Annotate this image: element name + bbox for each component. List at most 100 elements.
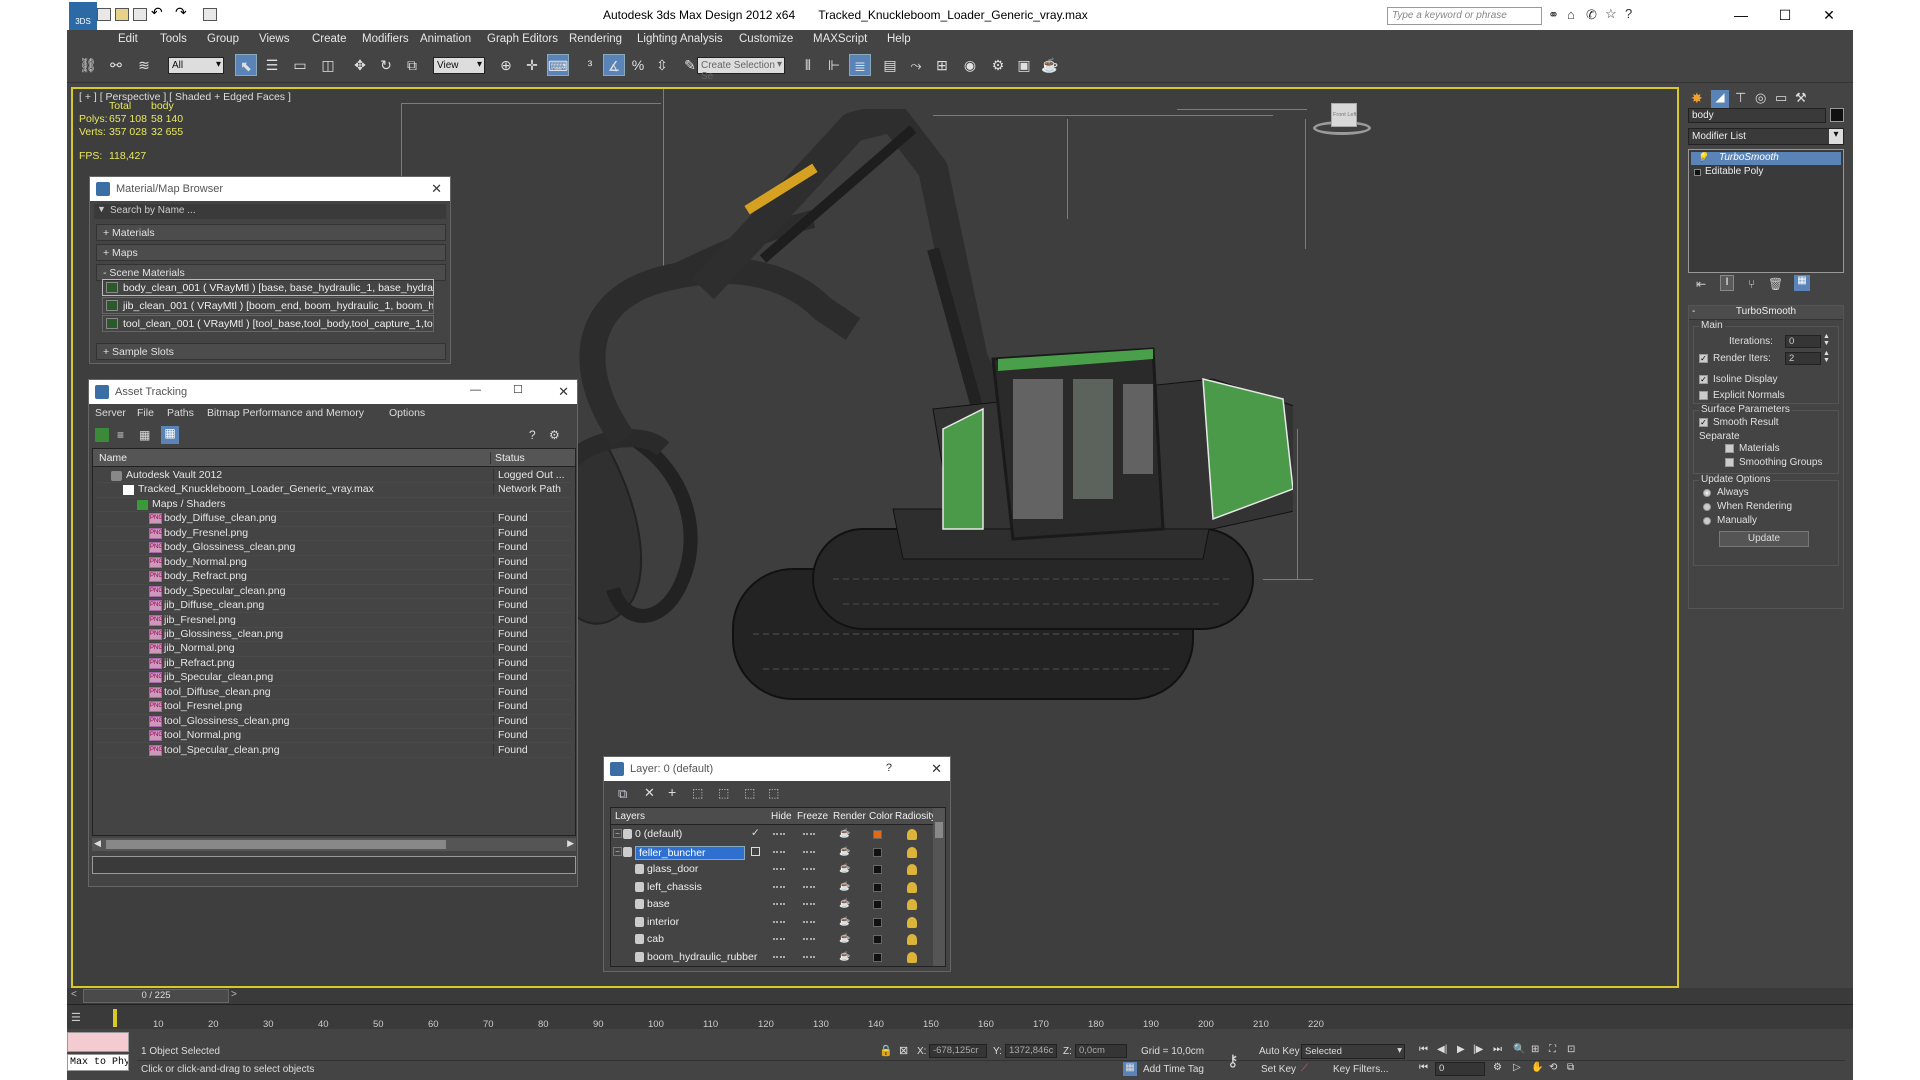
select-in-layer-icon[interactable]: ⬚ [692,786,703,800]
freeze-toggle[interactable] [803,920,815,923]
table-row[interactable]: PNG jib_Diffuse_clean.png Found [95,599,571,614]
track-bar[interactable]: ☰ 10 20 30 40 50 60 70 80 90 100 110 120 130 140 150 16… [67,1004,1853,1030]
time-cursor[interactable] [113,1009,117,1027]
add-to-layer-icon[interactable]: + [668,784,676,800]
help-icon[interactable]: ? [886,762,892,774]
goto-start-icon[interactable]: ⏮ [1419,1044,1428,1055]
freeze-toggle[interactable] [803,938,815,940]
pin-stack-icon[interactable]: ⇤ [1696,277,1706,291]
close-icon[interactable]: ✕ [431,181,442,197]
menu-paths[interactable]: Paths [167,407,194,419]
scene-material-item[interactable]: jib_clean_001 ( VRayMtl ) [boom_end, boo… [102,297,434,314]
time-next-icon[interactable]: > [231,989,237,1000]
refresh-icon[interactable] [95,428,109,442]
column-color[interactable]: Color [869,811,893,822]
zoom-icon[interactable]: 🔍 [1513,1044,1525,1055]
update-manually-radio[interactable] [1703,517,1711,525]
table-row[interactable]: PNG body_Glossiness_clean.png Found [95,541,571,556]
chevron-down-icon[interactable]: ▾ [1397,1045,1402,1056]
render-iters-checkbox[interactable]: ✓ [1699,354,1708,363]
freeze-toggle[interactable] [803,868,815,870]
render-teapot-icon[interactable]: ☕ [839,916,850,927]
expand-box-icon[interactable] [1694,169,1701,176]
isoline-display-checkbox[interactable]: ✓ [1699,375,1708,384]
table-row[interactable]: PNG body_Fresnel.png Found [95,526,571,542]
freeze-toggle[interactable] [803,833,815,835]
column-freeze[interactable]: Freeze [797,811,828,822]
make-unique-icon[interactable]: ⑂ [1748,277,1755,291]
key-mode-toggle-icon[interactable]: ⏮ [1419,1062,1428,1073]
time-config-icon[interactable]: ⚙ [1493,1062,1502,1073]
table-row[interactable]: PNG jib_Specular_clean.png Found [95,671,571,686]
menu-modifiers[interactable]: Modifiers [362,33,409,45]
configure-sets-icon[interactable]: ▦ [1794,275,1810,291]
graphite-ribbon-icon[interactable]: ▤ [879,54,901,76]
hide-toggle[interactable] [773,885,785,888]
select-object-icon[interactable]: ⬉ [235,54,257,76]
hide-toggle[interactable] [773,920,785,923]
rollout-maps[interactable]: + Maps [96,244,446,261]
show-end-result-icon[interactable]: I [1720,275,1734,291]
perspective-viewport[interactable]: [ + ] [ Perspective ] [ Shaded + Edged F… [71,87,1679,988]
hide-toggle[interactable] [773,850,785,853]
hide-toggle[interactable] [773,955,785,958]
stack-item-editable-poly[interactable]: Editable Poly [1691,166,1841,179]
favorites-icon[interactable]: ☆ [1605,6,1617,22]
settings-icon[interactable]: ⚙ [549,428,560,442]
render-teapot-icon[interactable]: ☕ [839,951,850,962]
table-row[interactable]: PNG body_Diffuse_clean.png Found [95,512,571,527]
expand-icon[interactable]: − [613,829,622,838]
layer-vertical-scrollbar[interactable] [933,808,945,966]
scrollbar-thumb[interactable] [106,840,446,849]
modifier-list-dropdown[interactable]: Modifier List ▾ [1688,128,1844,145]
layer-row[interactable]: glass_door ☕ [611,861,933,879]
radiosity-bulb-icon[interactable] [907,899,917,910]
fov-icon[interactable]: ▷ [1513,1062,1521,1073]
expand-icon[interactable]: − [613,846,622,856]
separate-smoothing-checkbox[interactable] [1725,458,1734,467]
prev-frame-icon[interactable]: ◀| [1437,1044,1447,1055]
project-folder-icon[interactable] [203,8,217,21]
table-row[interactable]: PNG tool_Normal.png Found [95,729,571,744]
create-tab-icon[interactable]: ✸ [1691,90,1703,107]
curve-editor-icon[interactable]: ⤳ [905,54,927,76]
maxscript-listener-top[interactable] [67,1032,129,1052]
close-icon[interactable]: ✕ [558,384,569,400]
save-file-icon[interactable] [133,8,147,21]
loader-3d-model[interactable] [513,109,1293,809]
object-color-swatch[interactable] [1830,108,1844,122]
update-when-rendering-radio[interactable] [1703,503,1711,511]
close-button[interactable]: ✕ [1807,4,1851,26]
layer-color-swatch[interactable] [873,830,882,839]
render-teapot-icon[interactable]: ☕ [839,933,850,944]
time-slider-thumb[interactable]: 0 / 225 [83,989,229,1003]
minimize-button[interactable]: — [1719,4,1763,26]
scene-material-item[interactable]: tool_clean_001 ( VRayMtl ) [tool_base,to… [102,315,434,332]
scale-icon[interactable]: ⧉ [401,54,423,76]
menu-maxscript[interactable]: MAXScript [813,33,867,45]
minimize-icon[interactable]: — [470,384,481,396]
chevron-down-icon[interactable]: ▾ [1829,129,1843,144]
menu-rendering[interactable]: Rendering [569,33,622,45]
zoom-extents-all-icon[interactable]: ⊡ [1567,1044,1575,1055]
radiosity-bulb-icon[interactable] [907,951,917,963]
material-editor-icon[interactable]: ◉ [959,54,981,76]
layer-row[interactable]: cab ☕ [611,931,933,949]
layer-color-swatch[interactable] [873,952,882,962]
pivot-center-icon[interactable]: ⊕ [495,54,517,76]
rectangular-selection-icon[interactable]: ▭ [289,54,311,76]
layer-row[interactable]: left_chassis ☕ [611,879,933,897]
snaps-toggle-icon[interactable]: ³ [579,54,601,76]
table-row[interactable]: PNG tool_Diffuse_clean.png Found [95,685,571,701]
hide-toggle[interactable] [773,833,785,835]
table-row[interactable]: PNG jib_Fresnel.png Found [95,613,571,628]
move-icon[interactable]: ✥ [349,54,371,76]
radiosity-bulb-icon[interactable] [907,829,917,840]
spinner-arrows-icon[interactable]: ▲ ▼ [1823,333,1830,347]
help-icon[interactable]: ? [1625,6,1632,21]
menu-file[interactable]: File [137,407,154,419]
menu-create[interactable]: Create [312,33,347,45]
material-browser-header[interactable]: Material/Map Browser ✕ [90,177,450,201]
separate-materials-checkbox[interactable] [1725,444,1734,453]
spinner-arrows-icon[interactable]: ▲ ▼ [1823,350,1830,364]
